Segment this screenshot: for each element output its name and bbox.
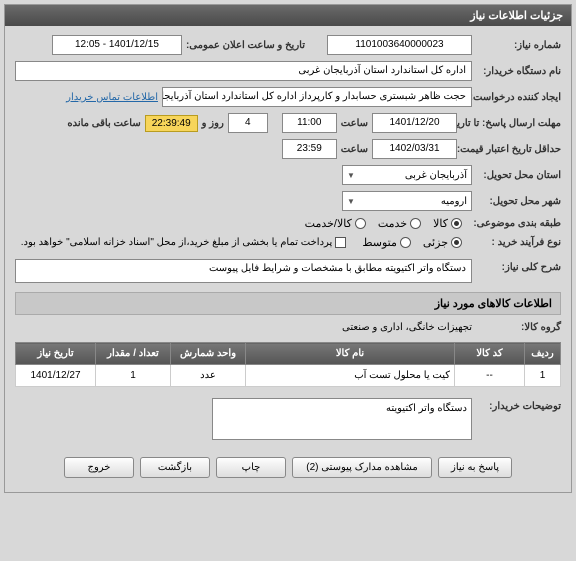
- resp-deadline-label: مهلت ارسال پاسخ: تا تاریخ:: [461, 118, 561, 129]
- cell-unit: عدد: [171, 365, 246, 387]
- buyer-org-value: اداره کل استاندارد استان آذربایجان غربی: [15, 61, 472, 81]
- radio-icon: [400, 237, 411, 248]
- cat-service-label: خدمت: [378, 217, 407, 230]
- items-section-title: اطلاعات کالاهای مورد نیاز: [15, 292, 561, 315]
- panel-body: شماره نیاز: 1101003640000023 تاریخ و ساع…: [5, 26, 571, 492]
- city-dropdown[interactable]: ارومیه ▼: [342, 191, 472, 211]
- cell-qty: 1: [96, 365, 171, 387]
- proc-low-label: جزئی: [423, 236, 448, 249]
- cat-both-label: کالا/خدمت: [305, 217, 352, 230]
- items-table: ردیف کد کالا نام کالا واحد شمارش تعداد /…: [15, 342, 561, 387]
- cat-goods-label: کالا: [433, 217, 448, 230]
- radio-icon: [355, 218, 366, 229]
- col-qty: تعداد / مقدار: [96, 343, 171, 365]
- buyer-org-label: نام دستگاه خریدار:: [476, 66, 561, 77]
- resp-date: 1401/12/20: [372, 113, 457, 133]
- city-label: شهر محل تحویل:: [476, 196, 561, 207]
- proc-mid-label: متوسط: [362, 236, 397, 249]
- need-no-label: شماره نیاز:: [476, 40, 561, 51]
- desc-value: دستگاه واتر اکتیویته مطابق با مشخصات و ش…: [15, 259, 472, 283]
- chevron-down-icon: ▼: [347, 197, 355, 206]
- group-label: گروه کالا:: [476, 322, 561, 333]
- countdown-timer: 22:39:49: [145, 115, 198, 132]
- days-left: 4: [228, 113, 268, 133]
- cat-label: طبقه بندی موضوعی:: [466, 218, 561, 229]
- day-word: روز و: [202, 118, 224, 129]
- radio-icon: [451, 218, 462, 229]
- col-code: کد کالا: [455, 343, 525, 365]
- category-radio-group: کالا خدمت کالا/خدمت: [305, 217, 462, 230]
- cat-both-option[interactable]: کالا/خدمت: [305, 217, 366, 230]
- process-label: نوع فرآیند خرید :: [466, 237, 561, 248]
- price-time: 23:59: [282, 139, 337, 159]
- province-value: آذربایجان غربی: [405, 170, 467, 181]
- resp-time: 11:00: [282, 113, 337, 133]
- exit-button[interactable]: خروج: [64, 457, 134, 478]
- back-button[interactable]: بازگشت: [140, 457, 210, 478]
- province-label: استان محل تحویل:: [476, 170, 561, 181]
- buyer-notes-label: توضیحات خریدار:: [476, 398, 561, 412]
- reply-button[interactable]: پاسخ به نیاز: [438, 457, 512, 478]
- checkbox-icon: [335, 237, 346, 248]
- process-radio-group: جزئی متوسط: [362, 236, 462, 249]
- pay-note-text: پرداخت تمام یا بخشی از مبلغ خرید،از محل …: [21, 237, 333, 248]
- button-bar: پاسخ به نیاز مشاهده مدارک پیوستی (2) چاپ…: [15, 443, 561, 486]
- time-label-2: ساعت: [341, 144, 368, 155]
- province-dropdown[interactable]: آذربایجان غربی ▼: [342, 165, 472, 185]
- table-row[interactable]: 1 -- کیت یا محلول تست آب عدد 1 1401/12/2…: [16, 365, 561, 387]
- ann-dt-label: تاریخ و ساعت اعلان عمومی:: [186, 40, 305, 51]
- cell-name: کیت یا محلول تست آب: [246, 365, 455, 387]
- radio-icon: [451, 237, 462, 248]
- col-unit: واحد شمارش: [171, 343, 246, 365]
- remain-suffix: ساعت باقی مانده: [67, 118, 140, 129]
- cat-service-option[interactable]: خدمت: [378, 217, 421, 230]
- price-valid-label: حداقل تاریخ اعتبار قیمت: تا تاریخ:: [461, 144, 561, 155]
- chevron-down-icon: ▼: [347, 171, 355, 180]
- need-details-panel: جزئیات اطلاعات نیاز شماره نیاز: 11010036…: [4, 4, 572, 493]
- creator-label: ایجاد کننده درخواست:: [476, 92, 561, 103]
- cat-goods-option[interactable]: کالا: [433, 217, 462, 230]
- buyer-contact-link[interactable]: اطلاعات تماس خریدار: [66, 92, 158, 103]
- panel-title: جزئیات اطلاعات نیاز: [5, 5, 571, 26]
- radio-icon: [410, 218, 421, 229]
- col-row: ردیف: [525, 343, 561, 365]
- need-no-value: 1101003640000023: [327, 35, 472, 55]
- creator-value: حجت ظاهر شبستری حسابدار و کارپرداز اداره…: [162, 87, 472, 107]
- desc-label: شرح کلی نیاز:: [476, 259, 561, 273]
- proc-low-option[interactable]: جزئی: [423, 236, 462, 249]
- cell-date: 1401/12/27: [16, 365, 96, 387]
- attachments-button[interactable]: مشاهده مدارک پیوستی (2): [292, 457, 432, 478]
- buyer-notes-value: دستگاه واتر اکتیویته: [212, 398, 472, 440]
- col-date: تاریخ نیاز: [16, 343, 96, 365]
- table-header-row: ردیف کد کالا نام کالا واحد شمارش تعداد /…: [16, 343, 561, 365]
- print-button[interactable]: چاپ: [216, 457, 286, 478]
- group-value: تجهیزات خانگی، اداری و صنعتی: [342, 322, 472, 333]
- price-date: 1402/03/31: [372, 139, 457, 159]
- ann-dt-value: 1401/12/15 - 12:05: [52, 35, 182, 55]
- cell-code: --: [455, 365, 525, 387]
- time-label-1: ساعت: [341, 118, 368, 129]
- col-name: نام کالا: [246, 343, 455, 365]
- pay-note-check[interactable]: پرداخت تمام یا بخشی از مبلغ خرید،از محل …: [21, 237, 347, 248]
- proc-mid-option[interactable]: متوسط: [362, 236, 411, 249]
- cell-row: 1: [525, 365, 561, 387]
- city-value: ارومیه: [441, 196, 467, 207]
